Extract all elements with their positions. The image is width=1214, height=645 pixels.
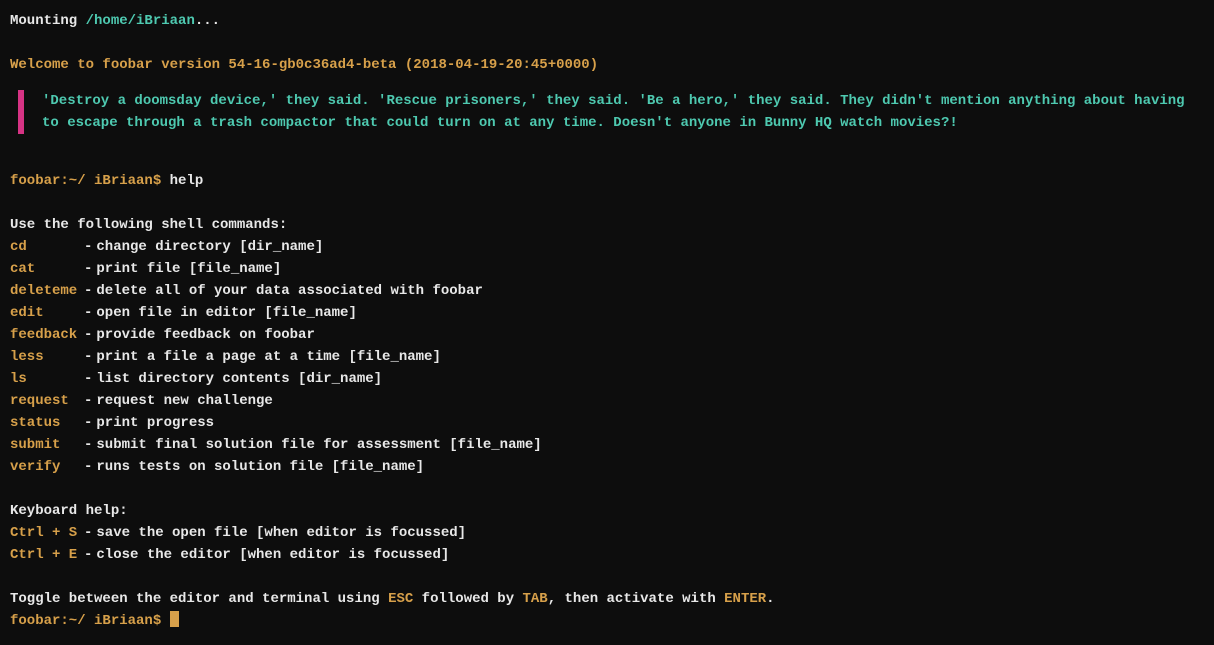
cmd-name: edit <box>10 302 84 324</box>
prompt-host: foobar:~/ iBriaan$ <box>10 613 170 629</box>
kbd-row: Ctrl + S-save the open file [when editor… <box>10 522 1204 544</box>
cmd-sep: - <box>84 412 92 434</box>
toggle-text: , then activate with <box>548 591 724 607</box>
toggle-text: . <box>766 591 774 607</box>
key-enter: ENTER <box>724 591 766 607</box>
help-cmd-row: less-print a file a page at a time [file… <box>10 346 1204 368</box>
prompt-host: foobar:~/ iBriaan$ <box>10 173 170 189</box>
cmd-sep: - <box>84 258 92 280</box>
prompt-command: help <box>170 173 204 189</box>
blank-line <box>10 148 1204 170</box>
cmd-sep: - <box>84 434 92 456</box>
prompt-line-1: foobar:~/ iBriaan$ help <box>10 170 1204 192</box>
cmd-desc: request new challenge <box>96 390 272 412</box>
help-cmd-row: cat-print file [file_name] <box>10 258 1204 280</box>
cmd-desc: change directory [dir_name] <box>96 236 323 258</box>
help-cmd-row: deleteme-delete all of your data associa… <box>10 280 1204 302</box>
cmd-name: submit <box>10 434 84 456</box>
mount-prefix: Mounting <box>10 13 86 29</box>
cmd-name: deleteme <box>10 280 84 302</box>
toggle-text: followed by <box>413 591 522 607</box>
kbd-name: Ctrl + S <box>10 522 84 544</box>
cmd-name: ls <box>10 368 84 390</box>
help-intro: Use the following shell commands: <box>10 214 1204 236</box>
mount-path: /home/iBriaan <box>86 13 195 29</box>
blank-line <box>10 32 1204 54</box>
quote-text: 'Destroy a doomsday device,' they said. … <box>42 93 1185 131</box>
motd-quote: 'Destroy a doomsday device,' they said. … <box>18 90 1204 134</box>
blank-line <box>10 192 1204 214</box>
cmd-sep: - <box>84 456 92 478</box>
cmd-name: less <box>10 346 84 368</box>
cmd-name: verify <box>10 456 84 478</box>
cmd-desc: list directory contents [dir_name] <box>96 368 382 390</box>
kbd-name: Ctrl + E <box>10 544 84 566</box>
cmd-name: status <box>10 412 84 434</box>
kbd-desc: save the open file [when editor is focus… <box>96 522 466 544</box>
cmd-sep: - <box>84 368 92 390</box>
key-tab: TAB <box>523 591 548 607</box>
help-cmd-row: verify-runs tests on solution file [file… <box>10 456 1204 478</box>
mount-suffix: ... <box>195 13 220 29</box>
help-cmd-row: submit-submit final solution file for as… <box>10 434 1204 456</box>
terminal[interactable]: Mounting /home/iBriaan... Welcome to foo… <box>10 10 1204 632</box>
cursor-icon <box>170 611 179 627</box>
help-cmd-row: feedback-provide feedback on foobar <box>10 324 1204 346</box>
cmd-desc: print a file a page at a time [file_name… <box>96 346 440 368</box>
help-cmd-row: request-request new challenge <box>10 390 1204 412</box>
help-cmd-row: edit-open file in editor [file_name] <box>10 302 1204 324</box>
cmd-sep: - <box>84 324 92 346</box>
cmd-desc: print progress <box>96 412 214 434</box>
cmd-desc: open file in editor [file_name] <box>96 302 356 324</box>
cmd-sep: - <box>84 302 92 324</box>
cmd-sep: - <box>84 544 92 566</box>
cmd-sep: - <box>84 522 92 544</box>
help-cmd-row: status-print progress <box>10 412 1204 434</box>
cmd-name: cat <box>10 258 84 280</box>
kbd-row: Ctrl + E-close the editor [when editor i… <box>10 544 1204 566</box>
cmd-sep: - <box>84 236 92 258</box>
key-esc: ESC <box>388 591 413 607</box>
cmd-sep: - <box>84 346 92 368</box>
blank-line <box>10 566 1204 588</box>
help-cmd-row: ls-list directory contents [dir_name] <box>10 368 1204 390</box>
kbd-desc: close the editor [when editor is focusse… <box>96 544 449 566</box>
prompt-line-2[interactable]: foobar:~/ iBriaan$ <box>10 610 1204 632</box>
cmd-desc: submit final solution file for assessmen… <box>96 434 541 456</box>
blank-line <box>10 478 1204 500</box>
help-cmd-row: cd-change directory [dir_name] <box>10 236 1204 258</box>
cmd-desc: runs tests on solution file [file_name] <box>96 456 424 478</box>
cmd-desc: delete all of your data associated with … <box>96 280 482 302</box>
kbd-intro: Keyboard help: <box>10 500 1204 522</box>
cmd-name: request <box>10 390 84 412</box>
cmd-desc: provide feedback on foobar <box>96 324 314 346</box>
welcome-line: Welcome to foobar version 54-16-gb0c36ad… <box>10 54 1204 76</box>
toggle-text: Toggle between the editor and terminal u… <box>10 591 388 607</box>
cmd-desc: print file [file_name] <box>96 258 281 280</box>
cmd-sep: - <box>84 390 92 412</box>
cmd-name: cd <box>10 236 84 258</box>
mount-line: Mounting /home/iBriaan... <box>10 10 1204 32</box>
cmd-name: feedback <box>10 324 84 346</box>
cmd-sep: - <box>84 280 92 302</box>
toggle-hint: Toggle between the editor and terminal u… <box>10 588 1204 610</box>
